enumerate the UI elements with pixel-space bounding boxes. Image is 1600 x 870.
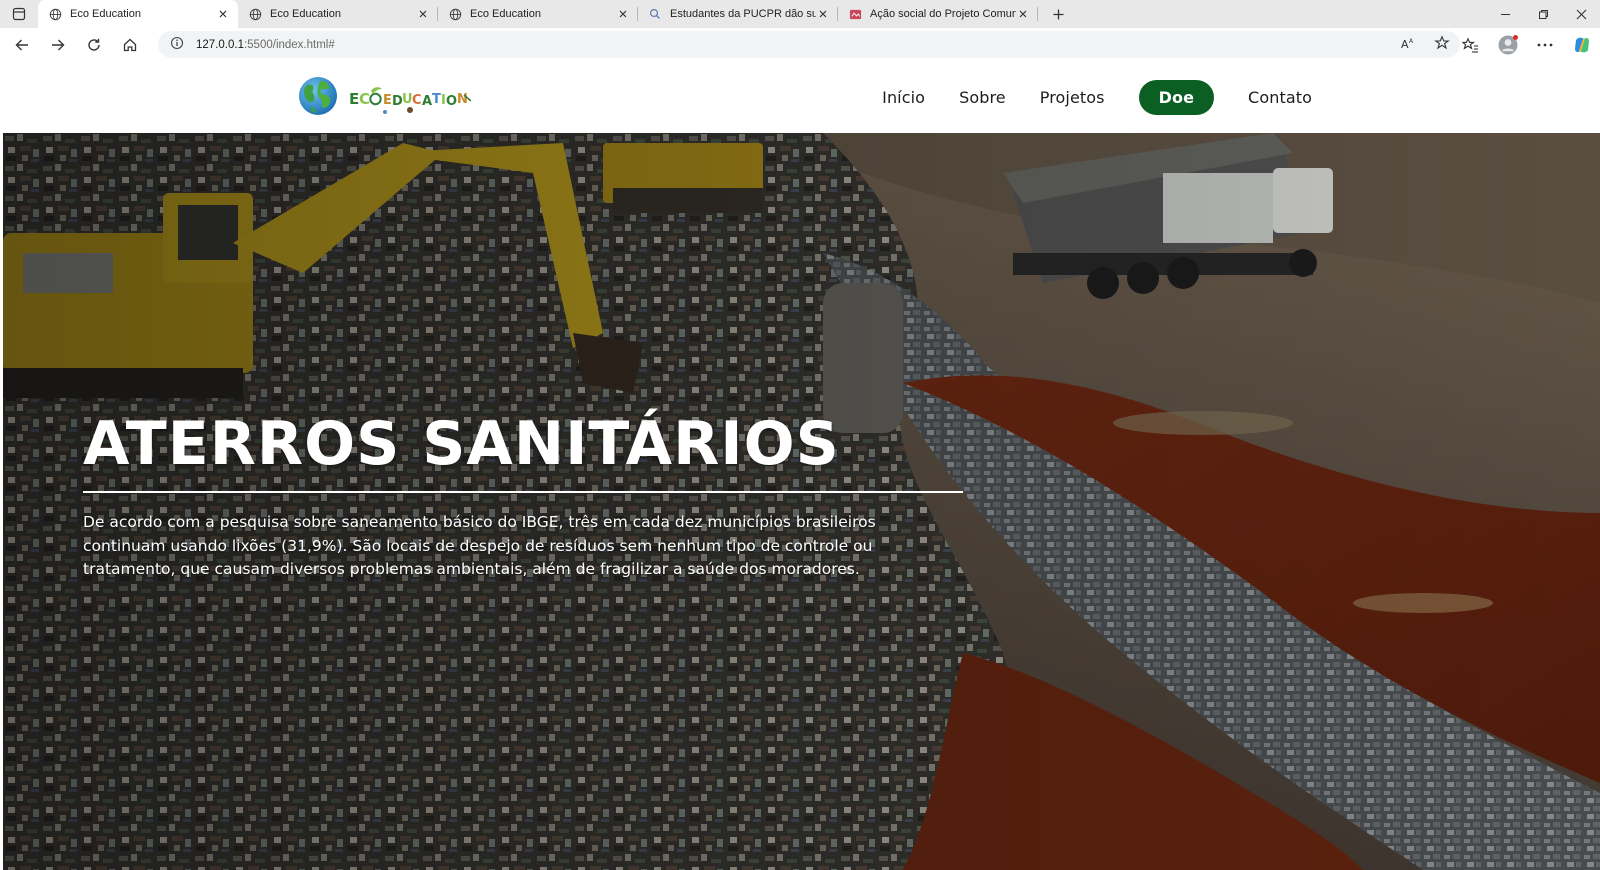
svg-text:T: T [432,92,441,107]
back-icon[interactable] [4,28,40,61]
browser-tab-active[interactable]: Eco Education [38,0,238,28]
url-path: :5500/index.html# [243,38,335,51]
toolbar-actions [1452,28,1600,61]
home-icon[interactable] [112,28,148,61]
forward-icon[interactable] [40,28,76,61]
svg-text:O: O [446,94,457,109]
favorite-star-icon[interactable] [1434,35,1450,54]
close-tab-icon[interactable] [416,7,430,21]
tab-title: Eco Education [470,8,541,20]
site-header: E C E D U C A T I O N Início Sobre Proje… [3,61,1600,133]
refresh-icon[interactable] [76,28,112,61]
close-tab-icon[interactable] [1016,7,1030,21]
profile-avatar[interactable] [1489,28,1526,61]
web-page: E C E D U C A T I O N Início Sobre Proje… [3,61,1600,870]
globe-icon [248,7,262,21]
close-tab-icon[interactable] [216,7,230,21]
nav-link-projetos[interactable]: Projetos [1040,88,1105,107]
nav-link-sobre[interactable]: Sobre [959,88,1006,107]
restore-icon[interactable] [1524,0,1562,28]
svg-text:E: E [383,93,392,108]
browser-tab-bar: Eco Education Eco Education Eco Educatio… [0,0,1600,28]
svg-text:E: E [349,90,359,108]
tab-separator [1037,7,1038,21]
tab-title: Eco Education [70,8,141,20]
copilot-icon[interactable] [1563,28,1600,61]
read-aloud-icon[interactable]: AA [1400,36,1416,53]
site-logo[interactable]: E C E D U C A T I O N [299,75,472,117]
window-controls [1486,0,1600,28]
more-options-icon[interactable] [1526,28,1563,61]
svg-text:A: A [1409,38,1414,45]
close-tab-icon[interactable] [616,7,630,21]
tab-title: Eco Education [270,8,341,20]
svg-text:C: C [359,90,370,108]
browser-tab[interactable]: Eco Education [238,0,438,28]
minimize-icon[interactable] [1486,0,1524,28]
hero-description: De acordo com a pesquisa sobre saneament… [83,513,876,578]
site-favicon-icon [848,7,862,21]
url-host: 127.0.0.1 [196,38,244,51]
tab-title: Estudantes da PUCPR dão suport [670,8,816,20]
favorites-icon[interactable] [1452,28,1489,61]
site-info-icon[interactable] [170,36,184,53]
browser-tab[interactable]: Eco Education [438,0,638,28]
new-tab-button[interactable] [1044,0,1072,28]
tab-title: Ação social do Projeto Comunitár [870,8,1016,20]
tab-actions-icon[interactable] [0,0,38,28]
hero-content: ATERROS SANITÁRIOS De acordo com a pesqu… [83,411,963,582]
hero-section: ATERROS SANITÁRIOS De acordo com a pesqu… [3,133,1600,870]
browser-tab[interactable]: Ação social do Projeto Comunitár [838,0,1038,28]
globe-icon [448,7,462,21]
browser-tab[interactable]: Estudantes da PUCPR dão suport [638,0,838,28]
address-bar[interactable]: 127.0.0.1:5500/index.html# AA [158,31,1460,58]
svg-text:N: N [457,92,468,107]
main-nav: Início Sobre Projetos Doe Contato [848,79,1312,115]
hero-divider [83,491,963,493]
browser-toolbar: 127.0.0.1:5500/index.html# AA [0,28,1600,61]
close-window-icon[interactable] [1562,0,1600,28]
svg-text:C: C [412,93,422,108]
svg-text:A: A [422,94,432,109]
hero-title: ATERROS SANITÁRIOS [83,409,840,479]
svg-text:U: U [402,92,413,107]
nav-link-inicio[interactable]: Início [882,88,925,107]
globe-icon [48,7,62,21]
svg-text:A: A [1401,38,1409,50]
nav-link-contato[interactable]: Contato [1248,88,1312,107]
donate-button[interactable]: Doe [1138,79,1215,115]
search-icon [648,7,662,21]
close-tab-icon[interactable] [816,7,830,21]
